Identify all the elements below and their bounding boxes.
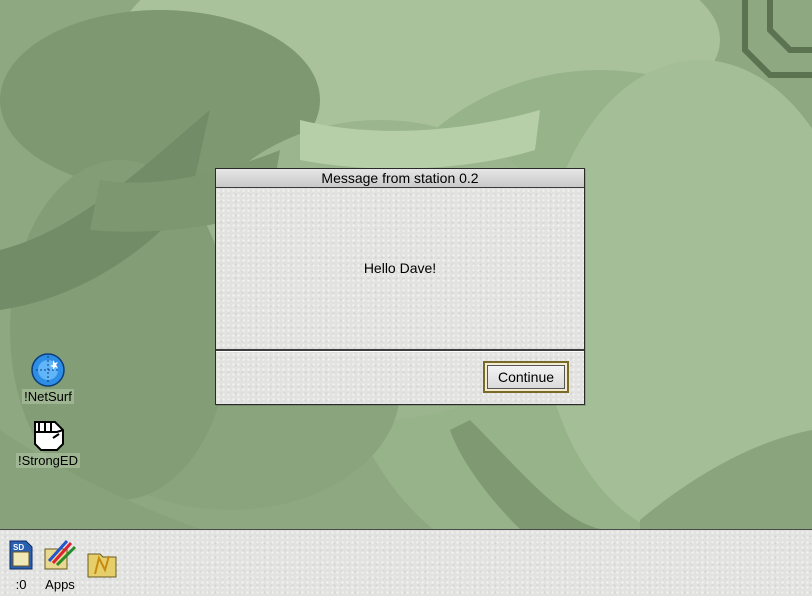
dialog-title: Message from station 0.2 [321, 170, 479, 186]
iconbar: SD :0 Apps [0, 529, 812, 596]
dialog-message: Hello Dave! [363, 260, 437, 276]
stronged-fist-icon [34, 421, 64, 451]
iconbar-label: :0 [15, 577, 27, 592]
desktop-icon-stronged[interactable]: !StrongED [8, 416, 88, 470]
svg-text:SD: SD [13, 543, 24, 552]
sd-card-drive-icon: SD [9, 540, 33, 570]
apps-paint-icon [44, 539, 77, 570]
dialog-button-area: Continue [216, 352, 584, 404]
desktop: !NetSurf !StrongED Message from station … [0, 0, 812, 596]
desktop-icon-label: !NetSurf [22, 389, 74, 404]
dialog-titlebar[interactable]: Message from station 0.2 [216, 169, 584, 188]
desktop-icon-netsurf[interactable]: !NetSurf [8, 352, 88, 406]
message-dialog: Message from station 0.2 Hello Dave! Con… [215, 168, 585, 405]
continue-button[interactable]: Continue [483, 361, 569, 393]
iconbar-network-folder[interactable] [84, 548, 120, 585]
desktop-icon-label: !StrongED [16, 453, 80, 468]
iconbar-apps[interactable]: Apps [42, 539, 78, 592]
network-folder-icon [87, 553, 117, 578]
iconbar-sd-drive[interactable]: SD :0 [6, 539, 36, 592]
dialog-message-area: Hello Dave! [216, 188, 584, 349]
continue-button-label: Continue [487, 365, 565, 389]
iconbar-label: Apps [45, 577, 75, 592]
netsurf-globe-icon [31, 353, 65, 387]
